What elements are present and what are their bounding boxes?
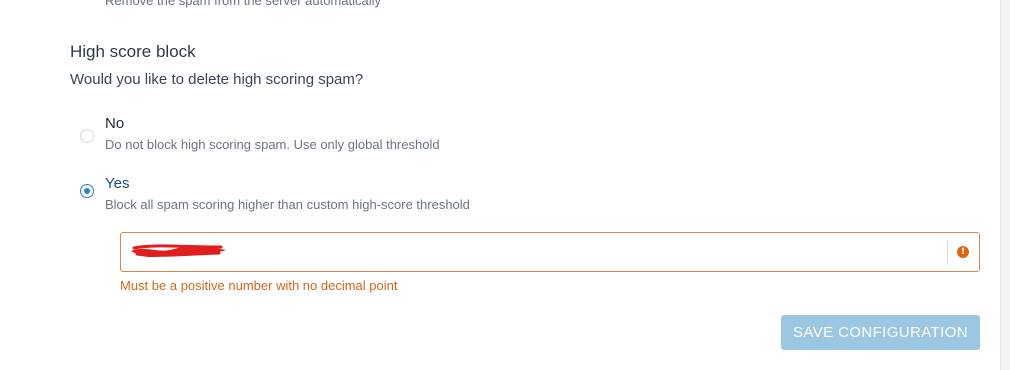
radio-option-no[interactable]: No Do not block high scoring spam. Use o… <box>78 115 678 159</box>
radio-description-yes: Block all spam scoring higher than custo… <box>105 197 470 212</box>
redacted-value <box>131 244 226 258</box>
radio-label-no: No <box>105 115 125 132</box>
scrollbar-track <box>1000 0 1010 370</box>
field-divider <box>947 241 948 265</box>
radio-button-yes[interactable] <box>80 184 94 198</box>
radio-option-yes[interactable]: Yes Block all spam scoring higher than c… <box>78 175 678 219</box>
section-question: Would you like to delete high scoring sp… <box>70 71 364 88</box>
save-configuration-button[interactable]: SAVE CONFIGURATION <box>781 315 980 350</box>
section-title: High score block <box>70 42 196 61</box>
exclamation-circle-icon: ! <box>957 246 969 258</box>
high-score-threshold-input[interactable]: ! <box>120 232 980 272</box>
radio-label-yes: Yes <box>105 175 130 192</box>
radio-description-no: Do not block high scoring spam. Use only… <box>105 137 440 152</box>
radio-button-no[interactable] <box>80 129 94 143</box>
radio-selected-dot <box>84 188 90 194</box>
threshold-error-message: Must be a positive number with no decima… <box>120 278 398 293</box>
previous-option-description: Remove the spam from the server automati… <box>105 0 381 8</box>
